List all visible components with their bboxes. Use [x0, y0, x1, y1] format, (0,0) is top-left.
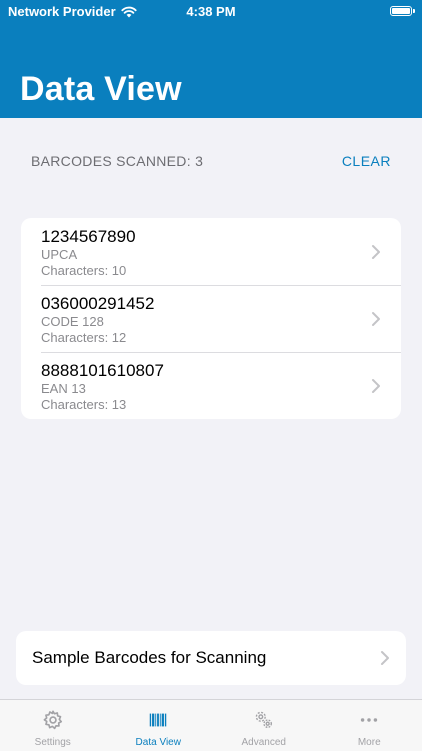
gears-icon — [253, 709, 275, 731]
tab-advanced[interactable]: Advanced — [211, 700, 317, 751]
battery-icon — [390, 6, 412, 16]
tab-data-view-label: Data View — [106, 737, 212, 748]
chevron-right-icon — [371, 311, 381, 327]
sample-barcodes-button[interactable]: Sample Barcodes for Scanning — [16, 631, 406, 685]
tab-bar: Settings Data View Advanced — [0, 699, 422, 751]
sample-barcodes-label: Sample Barcodes for Scanning — [32, 648, 266, 668]
barcode-type: UPCA — [41, 247, 401, 263]
scan-summary: BARCODES SCANNED: 3 CLEAR — [31, 153, 391, 169]
barcode-list-item[interactable]: 8888101610807 EAN 13 Characters: 13 — [21, 352, 401, 419]
barcode-character-count: Characters: 12 — [41, 330, 401, 346]
barcode-value: 8888101610807 — [41, 361, 401, 381]
barcode-type: EAN 13 — [41, 381, 401, 397]
barcode-character-count: Characters: 13 — [41, 397, 401, 413]
barcode-list: 1234567890 UPCA Characters: 10 036000291… — [21, 218, 401, 419]
barcode-value: 1234567890 — [41, 227, 401, 247]
tab-advanced-label: Advanced — [211, 737, 317, 748]
barcode-icon — [147, 709, 169, 731]
battery-level — [392, 8, 410, 14]
barcode-list-item[interactable]: 036000291452 CODE 128 Characters: 12 — [21, 285, 401, 352]
status-bar: Network Provider 4:38 PM — [0, 0, 422, 24]
barcode-value: 036000291452 — [41, 294, 401, 314]
barcode-list-item[interactable]: 1234567890 UPCA Characters: 10 — [21, 218, 401, 285]
page-title: Data View — [20, 70, 182, 109]
chevron-right-icon — [371, 244, 381, 260]
tab-more[interactable]: More — [317, 700, 422, 751]
tab-data-view[interactable]: Data View — [106, 700, 212, 751]
barcode-type: CODE 128 — [41, 314, 401, 330]
barcodes-scanned-count: BARCODES SCANNED: 3 — [31, 153, 203, 169]
chevron-right-icon — [371, 378, 381, 394]
barcode-character-count: Characters: 10 — [41, 263, 401, 279]
status-time: 4:38 PM — [0, 4, 422, 19]
tab-settings[interactable]: Settings — [0, 700, 106, 751]
ellipsis-icon — [358, 709, 380, 731]
clear-button[interactable]: CLEAR — [342, 153, 391, 169]
chevron-right-icon — [380, 650, 390, 666]
tab-more-label: More — [317, 737, 422, 748]
tab-settings-label: Settings — [0, 737, 106, 748]
navigation-header: Network Provider 4:38 PM Data View — [0, 0, 422, 118]
gear-icon — [42, 709, 64, 731]
